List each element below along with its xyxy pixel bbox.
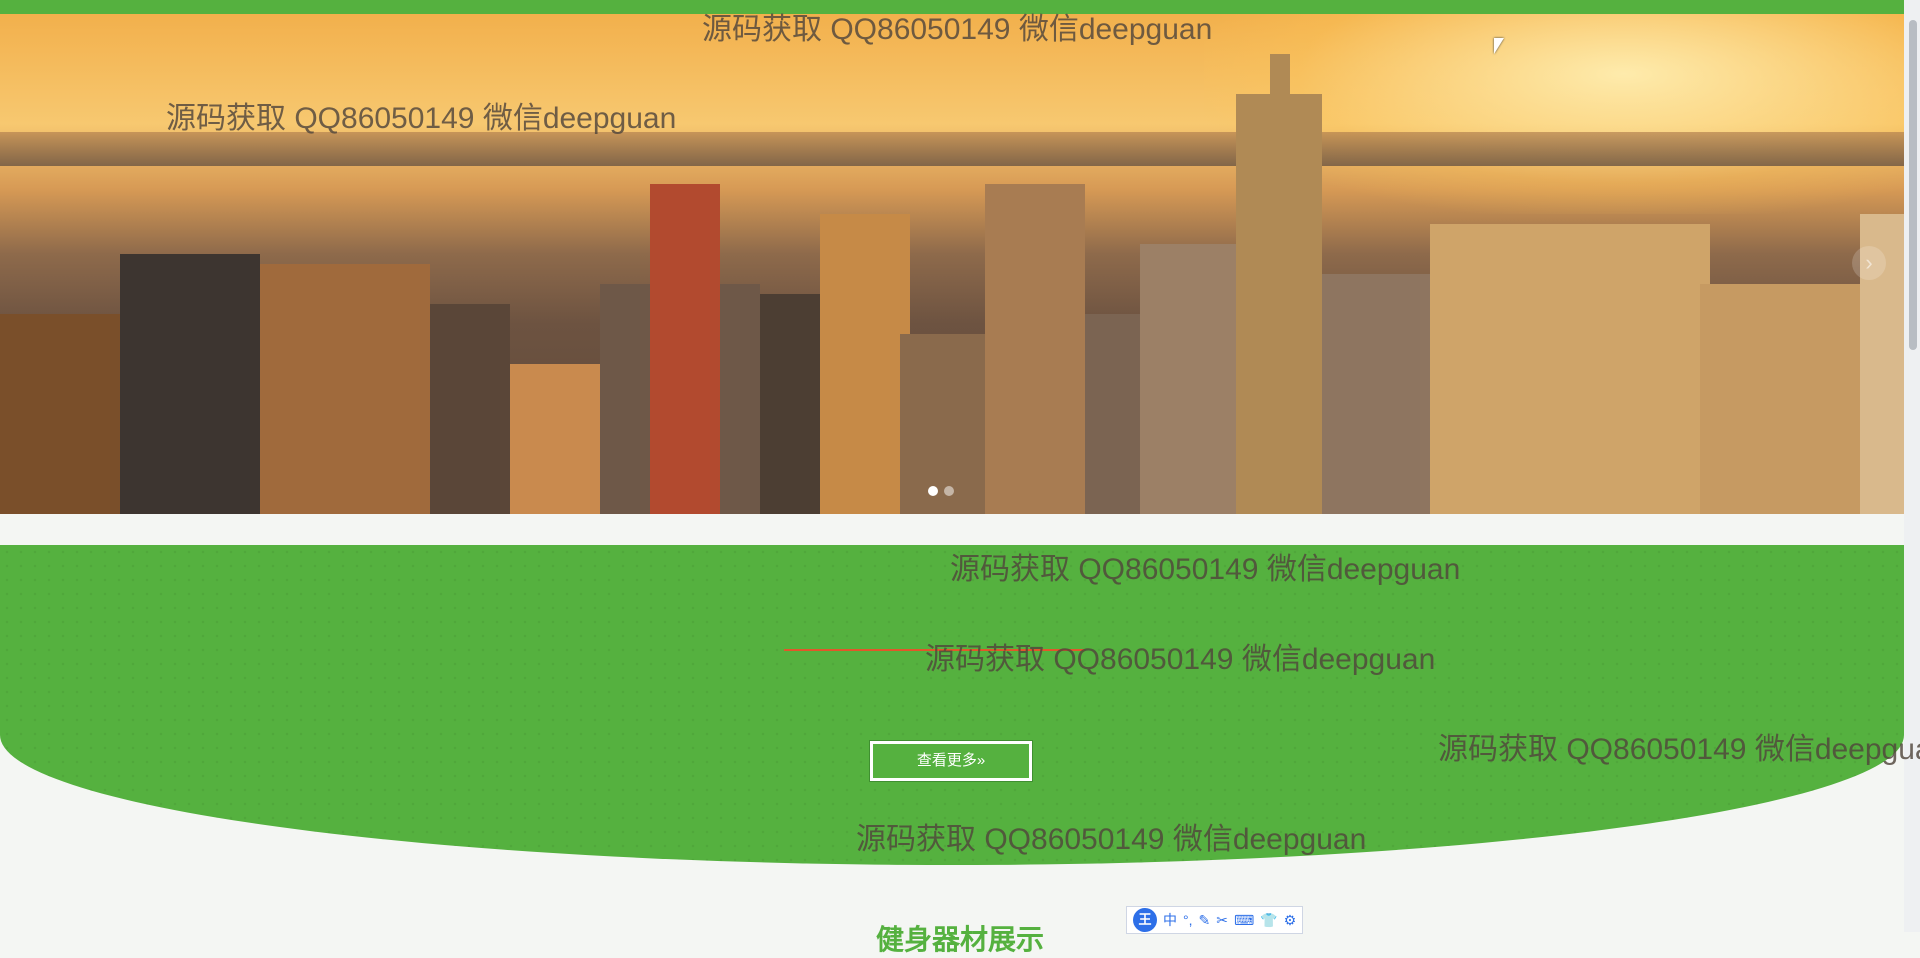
title-divider-line	[784, 649, 1084, 651]
top-green-strip	[0, 0, 1904, 14]
carousel-dot-2[interactable]	[944, 486, 954, 496]
hero-banner-carousel[interactable]: ›	[0, 14, 1904, 514]
ime-logo-icon[interactable]: 王	[1133, 908, 1157, 932]
ime-skin-icon[interactable]: 👕	[1260, 912, 1277, 929]
ime-toolbar[interactable]: 王 中 °, ✎ ✂ ⌨ 👕 ⚙	[1126, 906, 1304, 934]
city-skyline-image	[0, 54, 1904, 514]
ime-keyboard-icon[interactable]: ⌨	[1234, 912, 1254, 929]
ime-punctuation-icon[interactable]: °,	[1183, 912, 1193, 928]
ime-chinese-mode-icon[interactable]: 中	[1163, 910, 1177, 930]
scrollbar-thumb[interactable]	[1909, 20, 1917, 350]
products-section-title: 健身器材展示	[875, 924, 1044, 955]
carousel-dot-1[interactable]	[928, 486, 938, 496]
carousel-dots	[928, 486, 954, 496]
green-background-pattern	[0, 545, 1904, 865]
ime-screenshot-icon[interactable]: ✂	[1216, 912, 1228, 929]
green-intro-section: 查看更多»	[0, 545, 1904, 865]
page-scrollbar[interactable]	[1904, 0, 1920, 932]
view-more-button[interactable]: 查看更多»	[869, 740, 1033, 782]
ime-settings-icon[interactable]: ⚙	[1284, 912, 1297, 929]
mouse-cursor-icon	[1494, 38, 1504, 54]
carousel-next-arrow[interactable]: ›	[1852, 246, 1886, 280]
ime-handwriting-icon[interactable]: ✎	[1199, 912, 1211, 929]
